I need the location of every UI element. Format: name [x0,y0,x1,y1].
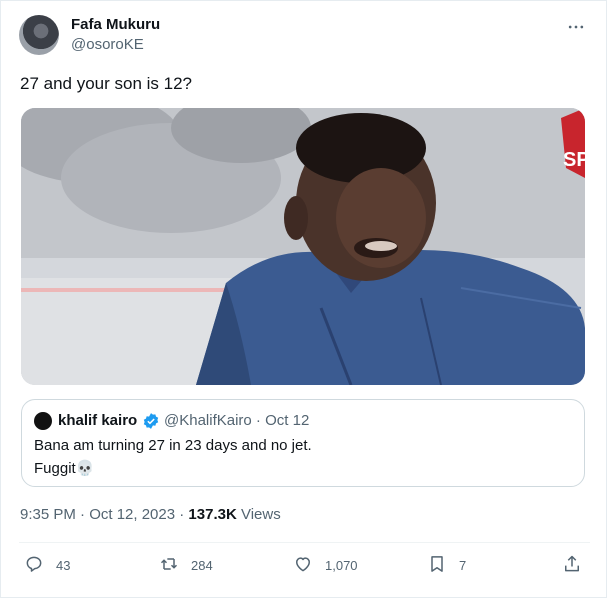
quoted-text-line2-text: Fuggit [34,460,76,477]
media-photo: SP [21,108,585,385]
quoted-tweet[interactable]: khalif kairo @KhalifKairo · Oct 12 Bana … [21,399,585,487]
heart-icon [293,554,313,577]
divider [19,542,590,543]
tweet-meta: 9:35 PM · Oct 12, 2023 · 137.3K Views [20,506,281,523]
author-handle[interactable]: @osoroKE [71,36,144,53]
retweet-count: 284 [191,557,213,573]
like-button[interactable]: 1,070 [293,554,358,576]
author-name[interactable]: Fafa Mukuru [71,16,160,33]
quoted-author-name: khalif kairo [58,412,138,429]
quoted-author-avatar [34,412,52,430]
retweet-button[interactable]: 284 [159,554,213,576]
views-label: Views [236,506,281,523]
like-count: 1,070 [325,557,358,573]
reply-icon [24,554,44,577]
tweet-text: 27 and your son is 12? [20,74,193,93]
bookmark-count: 7 [459,557,467,573]
retweet-icon [159,554,179,577]
reply-count: 43 [56,557,71,573]
share-icon [562,554,582,577]
tweet-media-image[interactable]: SP [21,108,585,385]
more-horizontal-icon[interactable] [564,15,588,39]
media-logo-text: SP [563,149,585,171]
author-avatar[interactable] [19,15,59,55]
verified-badge-icon [142,412,160,430]
tweet-card: Fafa Mukuru @osoroKE 27 and your son is … [0,0,607,598]
skull-emoji: 💀 [75,460,95,477]
reply-button[interactable]: 43 [24,554,70,576]
views-count: 137.3K [188,506,237,523]
quoted-text-line1: Bana am turning 27 in 23 days and no jet… [34,437,312,454]
timestamp[interactable]: 9:35 PM · Oct 12, 2023 · [20,506,188,523]
bookmark-button[interactable]: 7 [427,554,466,576]
bookmark-icon [427,554,447,577]
quoted-text-line2: Fuggit💀 [34,459,94,477]
quoted-handle-and-date: @KhalifKairo · Oct 12 [164,412,310,429]
share-button[interactable] [562,554,582,576]
